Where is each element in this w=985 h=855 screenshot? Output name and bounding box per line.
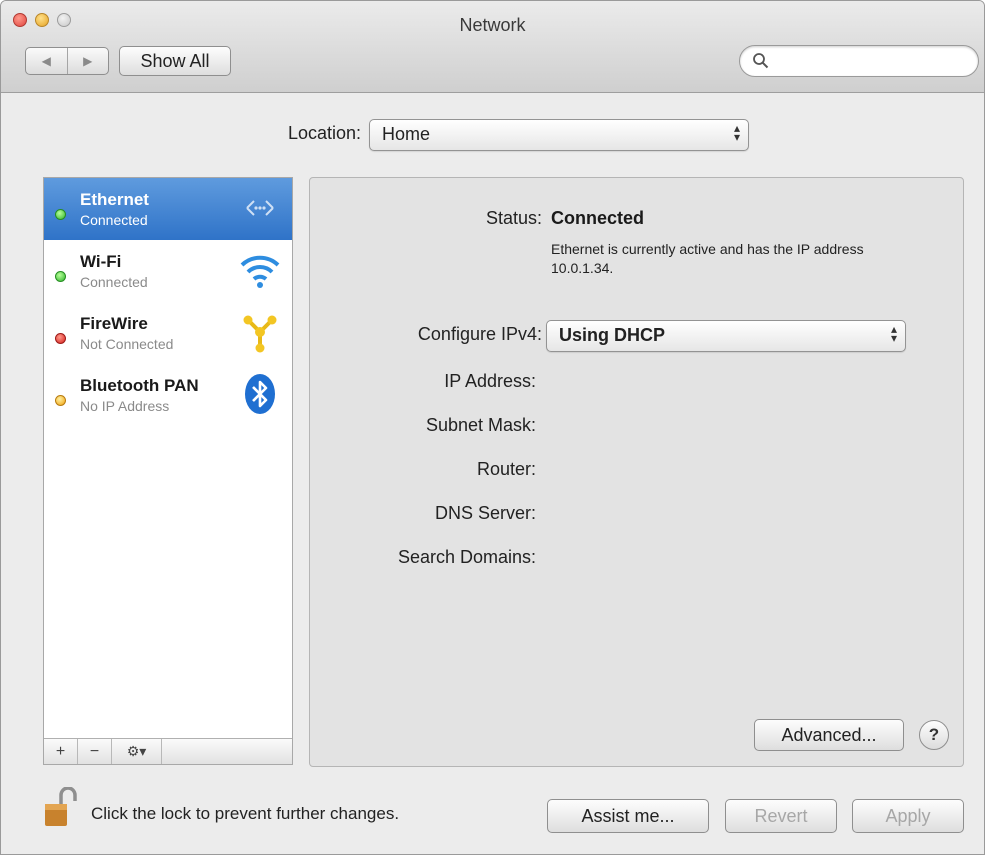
network-preferences-window: Network ◀ ▶ Show All Location: Home ▴ ▾ E… [0,0,985,855]
service-status: Connected [80,212,148,228]
gear-icon[interactable]: ⚙▾ [112,739,162,764]
service-name: FireWire [80,314,148,333]
title-toolbar: Network ◀ ▶ Show All [1,1,984,93]
lock-message: Click the lock to prevent further change… [91,804,400,823]
back-arrow-icon[interactable]: ◀ [26,48,68,74]
search-input[interactable] [772,50,968,72]
service-name: Wi-Fi [80,252,122,271]
assist-me-button[interactable]: Assist me... [547,799,709,833]
service-item-ethernet[interactable]: Ethernet Connected [44,178,292,240]
dns-server-label: DNS Server: [434,503,536,523]
configure-ipv4-label: Configure IPv4: [417,324,542,344]
wifi-icon [240,255,280,288]
add-service-button[interactable]: + [44,739,78,764]
search-field[interactable] [739,45,979,77]
status-dot-icon [55,333,66,344]
ethernet-icon [246,200,274,216]
status-dot-icon [55,271,66,282]
remove-service-button[interactable]: − [78,739,112,764]
ip-address-label: IP Address: [444,371,536,391]
subnet-mask-label: Subnet Mask: [425,415,536,435]
configure-ipv4-value: Using DHCP [559,325,666,345]
service-list: Ethernet Connected Wi-Fi Connected FireW… [43,177,293,765]
popup-arrows-icon: ▴ ▾ [733,121,740,144]
status-dot-icon [55,209,66,220]
detail-panel: Status: Connected Ethernet is currently … [309,177,964,767]
service-name: Bluetooth PAN [80,376,199,395]
service-status: No IP Address [80,398,170,414]
location-label: Location: [287,123,361,143]
status-description: Ethernet is currently active and has the… [551,241,864,276]
back-forward-control: ◀ ▶ [25,47,109,75]
firewire-icon [243,315,277,353]
service-item-wifi[interactable]: Wi-Fi Connected [44,240,292,302]
service-status: Connected [80,274,148,290]
location-value: Home [382,124,431,144]
popup-arrows-icon: ▴ ▾ [890,322,897,345]
router-label: Router: [476,459,536,479]
location-popup[interactable]: Home ▴ ▾ [369,119,749,151]
search-icon [753,53,769,69]
configure-ipv4-popup[interactable]: Using DHCP ▴ ▾ [546,320,906,352]
service-name: Ethernet [80,190,149,209]
revert-button[interactable]: Revert [725,799,837,833]
show-all-button[interactable]: Show All [119,46,231,76]
service-item-firewire[interactable]: FireWire Not Connected [44,302,292,364]
lock-icon[interactable] [43,787,79,829]
window-title: Network [459,15,526,35]
service-list-toolbar: + − ⚙▾ [44,738,292,764]
status-dot-icon [55,395,66,406]
status-value: Connected [551,208,645,228]
bluetooth-icon [245,374,275,414]
search-domains-label: Search Domains: [397,547,536,567]
advanced-button[interactable]: Advanced... [754,719,904,751]
service-status: Not Connected [80,336,174,352]
apply-button[interactable]: Apply [852,799,964,833]
forward-arrow-icon[interactable]: ▶ [68,48,109,74]
help-button[interactable]: ? [919,720,949,750]
status-label: Status: [485,208,542,228]
service-item-bluetooth-pan[interactable]: Bluetooth PAN No IP Address [44,364,292,426]
